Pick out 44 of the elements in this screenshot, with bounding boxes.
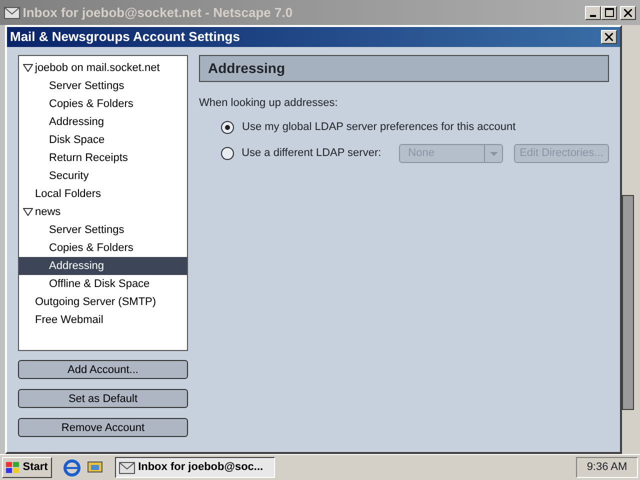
twisty-icon[interactable] bbox=[23, 64, 33, 72]
start-button[interactable]: Start bbox=[2, 457, 52, 478]
tree-item[interactable]: Free Webmail bbox=[19, 311, 187, 329]
maximize-button[interactable] bbox=[601, 6, 618, 20]
envelope-icon bbox=[4, 6, 20, 18]
account-button[interactable]: Remove Account bbox=[18, 418, 188, 437]
radio-button[interactable] bbox=[221, 121, 234, 134]
tree-item[interactable]: Addressing bbox=[19, 113, 187, 131]
maximize-icon bbox=[604, 8, 614, 17]
tree-item[interactable]: Server Settings bbox=[19, 77, 187, 95]
close-button[interactable] bbox=[601, 30, 617, 44]
tree-item[interactable]: joebob on mail.socket.net bbox=[19, 59, 187, 77]
windows-logo-icon bbox=[6, 462, 20, 474]
radio-label[interactable]: Use my global LDAP server preferences for this account bbox=[242, 119, 516, 136]
tree-item[interactable]: Outgoing Server (SMTP) bbox=[19, 293, 187, 311]
radio-button[interactable] bbox=[221, 147, 234, 160]
account-button[interactable]: Add Account... bbox=[18, 360, 188, 379]
tree-item[interactable]: Copies & Folders bbox=[19, 95, 187, 113]
panel-heading: Addressing bbox=[208, 59, 286, 78]
twisty-icon[interactable] bbox=[23, 208, 33, 216]
close-icon bbox=[624, 8, 632, 16]
tree-item[interactable]: Addressing bbox=[19, 257, 187, 275]
dialog-title: Mail & Newsgroups Account Settings bbox=[10, 28, 240, 46]
close-button[interactable] bbox=[620, 6, 636, 20]
clock: 9:36 AM bbox=[576, 457, 638, 478]
tree-item[interactable]: news bbox=[19, 203, 187, 221]
window-title: Inbox for joebob@socket.net - Netscape 7.0 bbox=[22, 4, 293, 22]
tree-item[interactable]: Local Folders bbox=[19, 185, 187, 203]
minimize-icon bbox=[590, 14, 596, 16]
scrollbar[interactable] bbox=[622, 195, 634, 410]
tree-item[interactable]: Disk Space bbox=[19, 131, 187, 149]
envelope-icon bbox=[119, 462, 136, 474]
tree-item[interactable]: Return Receipts bbox=[19, 149, 187, 167]
tree-item[interactable]: Server Settings bbox=[19, 221, 187, 239]
taskbar-button[interactable]: Inbox for joebob@soc... bbox=[115, 457, 276, 478]
close-icon bbox=[605, 33, 613, 41]
prompt-text: When looking up addresses: bbox=[199, 96, 339, 111]
browser-icon[interactable] bbox=[62, 458, 81, 476]
tree-item[interactable]: Offline & Disk Space bbox=[19, 275, 187, 293]
tree-item[interactable]: Security bbox=[19, 167, 187, 185]
minimize-button[interactable] bbox=[585, 6, 602, 20]
radio-label[interactable]: Use a different LDAP server: bbox=[242, 145, 382, 162]
account-button[interactable]: Set as Default bbox=[18, 389, 188, 408]
tree-item[interactable]: Copies & Folders bbox=[19, 239, 187, 257]
